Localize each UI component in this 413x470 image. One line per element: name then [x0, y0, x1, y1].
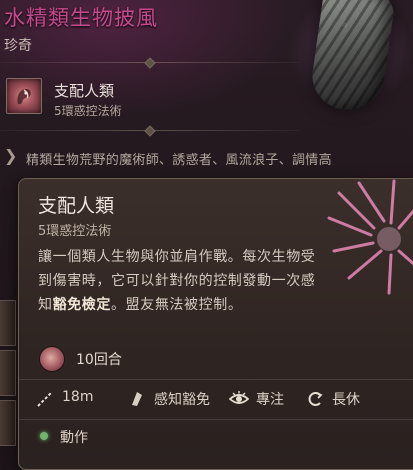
duration-icon [40, 347, 64, 371]
saving-throw-icon [132, 392, 142, 406]
spell-properties: 18m 感知豁免 專注 長休 [35, 387, 413, 411]
tooltip-title: 支配人類 [38, 195, 115, 217]
divider [0, 57, 300, 69]
inventory-edge [0, 300, 17, 450]
inventory-slot[interactable] [0, 350, 16, 396]
cloak-image [288, 0, 413, 128]
tooltip-spell-level: 5環惑控法術 [38, 224, 112, 239]
long-rest-icon [308, 392, 323, 406]
action-cost-label: 動作 [60, 430, 88, 446]
divider [19, 419, 413, 420]
concentration-value: 專注 [256, 392, 284, 408]
item-rarity: 珍奇 [4, 38, 32, 54]
chevron-right-icon: ❯ [4, 146, 18, 165]
granted-spell-row[interactable]: 支配人類 5環惑控法術 [0, 74, 300, 120]
recharge-value: 長休 [332, 392, 360, 408]
tooltip-description: 讓一個類人生物與你並肩作戰。每次生物受到傷害時，它可以針對你的控制發動一次感知豁… [38, 245, 320, 317]
lore-line: ❯ 精類生物荒野的魔術師、誘惑者、風流浪子、調情高 [0, 146, 413, 172]
range-icon [37, 391, 53, 407]
action-dot-icon [40, 432, 48, 440]
divider [19, 379, 413, 380]
granted-spell-level: 5環惑控法術 [54, 104, 122, 118]
duration-text: 10回合 [76, 352, 122, 368]
item-name: 水精類生物披風 [4, 6, 158, 30]
divider [0, 125, 300, 137]
lore-text: 精類生物荒野的魔術師、誘惑者、風流浪子、調情高 [26, 153, 332, 168]
spell-tooltip: 支配人類 5環惑控法術 讓一個類人生物與你並肩作戰。每次生物受到傷害時，它可以針… [18, 178, 413, 470]
inventory-slot[interactable] [0, 400, 16, 446]
save-value: 感知豁免 [154, 392, 210, 408]
dominate-person-icon [6, 78, 42, 114]
concentration-eye-icon [229, 391, 249, 404]
description-text: 。盟友無法被控制。 [111, 297, 243, 313]
range-value: 18m [62, 389, 94, 405]
saving-throw-link[interactable]: 豁免檢定 [53, 297, 111, 313]
granted-spell-name: 支配人類 [54, 82, 115, 100]
inventory-slot[interactable] [0, 300, 16, 346]
